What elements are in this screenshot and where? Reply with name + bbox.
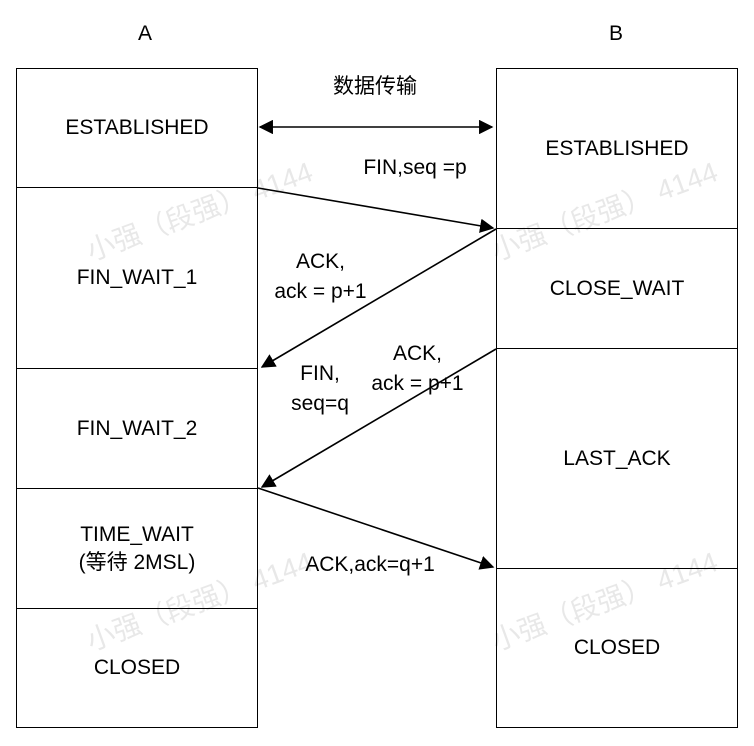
ack-b-label: ACK, ack = p+1 bbox=[371, 342, 464, 395]
fin2-label: FIN, seq=q bbox=[291, 362, 349, 415]
data-transfer-label: 数据传输 bbox=[333, 75, 417, 98]
ack2-label: ACK,ack=q+1 bbox=[305, 553, 435, 576]
fin1-arrow bbox=[257, 187, 495, 233]
fin1-label: FIN,seq =p bbox=[363, 156, 467, 179]
ack1-label: ACK, ack = p+1 bbox=[274, 250, 367, 303]
